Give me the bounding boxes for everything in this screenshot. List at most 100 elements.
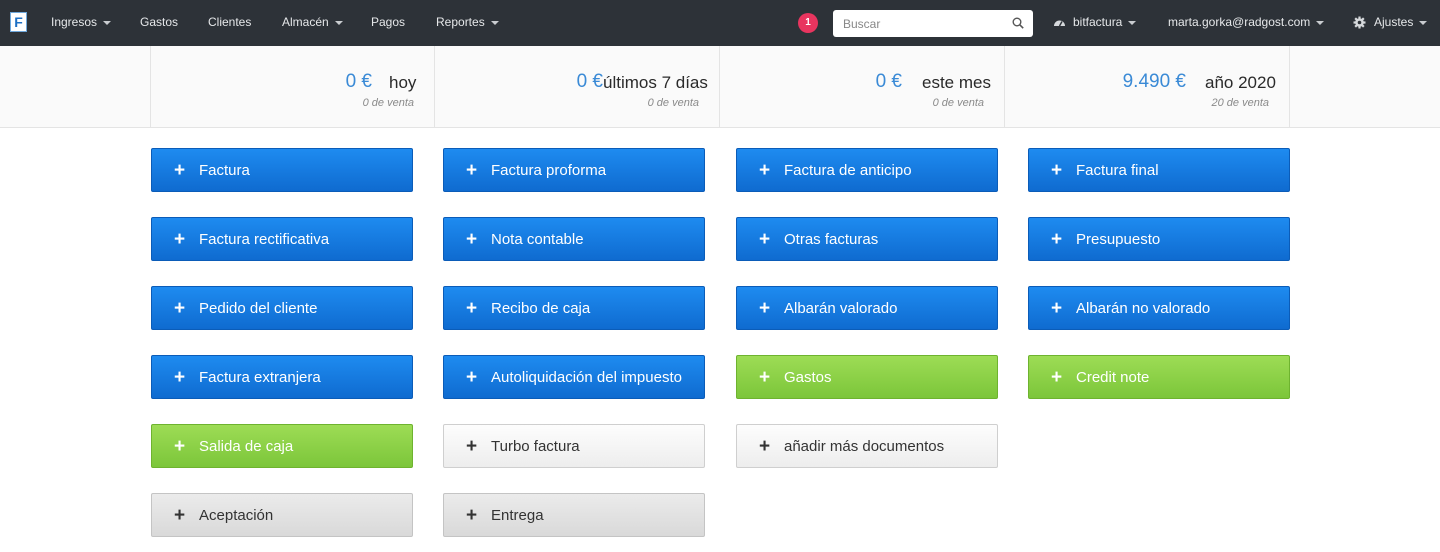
- plus-icon: +: [466, 505, 478, 526]
- plus-icon: +: [174, 505, 186, 526]
- new-factura-final-button[interactable]: + Factura final: [1028, 148, 1290, 192]
- stat-this-month[interactable]: 0 € este mes 0 de venta: [720, 46, 1005, 128]
- stat-subtext: 0 de venta: [932, 97, 984, 109]
- plus-icon: +: [466, 298, 478, 319]
- chevron-down-icon: [334, 20, 343, 25]
- nav-settings[interactable]: Ajustes: [1353, 0, 1428, 46]
- dashboard-icon: [1054, 20, 1065, 27]
- chevron-down-icon: [1419, 20, 1428, 25]
- button-label: Otras facturas: [784, 231, 879, 248]
- new-entrega-button[interactable]: + Entrega: [443, 493, 705, 537]
- button-label: Factura de anticipo: [784, 162, 912, 179]
- new-autoliquidacion-button[interactable]: + Autoliquidación del impuesto: [443, 355, 705, 399]
- search-icon[interactable]: [1012, 17, 1024, 29]
- new-aceptacion-button[interactable]: + Aceptación: [151, 493, 413, 537]
- button-label: Factura final: [1076, 162, 1159, 179]
- button-label: Factura extranjera: [199, 369, 321, 386]
- new-otras-facturas-button[interactable]: + Otras facturas: [736, 217, 998, 261]
- plus-icon: +: [1051, 367, 1063, 388]
- plus-icon: +: [759, 436, 771, 457]
- new-gastos-button[interactable]: + Gastos: [736, 355, 998, 399]
- new-albaran-no-valorado-button[interactable]: + Albarán no valorado: [1028, 286, 1290, 330]
- plus-icon: +: [466, 160, 478, 181]
- stat-period: este mes: [922, 73, 991, 92]
- plus-icon: +: [759, 160, 771, 181]
- stat-subtext: 0 de venta: [647, 97, 699, 109]
- button-label: Aceptación: [199, 507, 274, 524]
- plus-icon: +: [174, 367, 186, 388]
- new-salida-caja-button[interactable]: + Salida de caja: [151, 424, 413, 468]
- button-label: Credit note: [1076, 369, 1150, 386]
- button-label: Factura rectificativa: [199, 231, 330, 248]
- nav-reportes[interactable]: Reportes: [436, 0, 499, 46]
- new-presupuesto-button[interactable]: + Presupuesto: [1028, 217, 1290, 261]
- stat-period: hoy: [389, 73, 417, 92]
- nav-almacen-label: Almacén: [282, 15, 329, 29]
- button-label: Salida de caja: [199, 438, 294, 455]
- stat-year[interactable]: 9.490 € año 2020 20 de venta: [1005, 46, 1290, 128]
- new-credit-note-button[interactable]: + Credit note: [1028, 355, 1290, 399]
- new-albaran-valorado-button[interactable]: + Albarán valorado: [736, 286, 998, 330]
- button-label: Autoliquidación del impuesto: [491, 369, 682, 386]
- nav-ingresos[interactable]: Ingresos: [51, 0, 112, 46]
- plus-icon: +: [759, 298, 771, 319]
- nav-clientes-label: Clientes: [208, 15, 252, 29]
- account-label: bitfactura: [1073, 15, 1123, 29]
- chevron-down-icon: [1316, 20, 1325, 25]
- top-navbar: F Ingresos Gastos Clientes Almacén Pagos…: [0, 0, 1440, 46]
- plus-icon: +: [759, 229, 771, 250]
- stat-today[interactable]: 0 € hoy 0 de venta: [150, 46, 435, 128]
- stat-subtext: 20 de venta: [1211, 97, 1270, 109]
- new-turbo-factura-button[interactable]: + Turbo factura: [443, 424, 705, 468]
- stat-value: 9.490 €: [1122, 71, 1186, 92]
- sales-summary: 0 € hoy 0 de venta 0 € últimos 7 días 0 …: [0, 46, 1440, 128]
- stat-period: año 2020: [1205, 73, 1276, 92]
- nav-account[interactable]: bitfactura: [1053, 0, 1137, 46]
- new-pedido-cliente-button[interactable]: + Pedido del cliente: [151, 286, 413, 330]
- nav-gastos[interactable]: Gastos: [140, 0, 178, 46]
- new-factura-proforma-button[interactable]: + Factura proforma: [443, 148, 705, 192]
- plus-icon: +: [174, 229, 186, 250]
- plus-icon: +: [466, 229, 478, 250]
- button-label: Albarán valorado: [784, 300, 898, 317]
- plus-icon: +: [1051, 160, 1063, 181]
- plus-icon: +: [466, 436, 478, 457]
- add-more-documents-button[interactable]: + añadir más documentos: [736, 424, 998, 468]
- stat-last-7-days[interactable]: 0 € últimos 7 días 0 de venta: [435, 46, 720, 128]
- app-logo[interactable]: F: [10, 12, 27, 32]
- settings-label: Ajustes: [1374, 15, 1414, 29]
- search-input[interactable]: [833, 10, 1003, 37]
- button-label: Pedido del cliente: [199, 300, 318, 317]
- button-label: Turbo factura: [491, 438, 580, 455]
- nav-user[interactable]: marta.gorka@radgost.com: [1168, 0, 1325, 46]
- chevron-down-icon: [103, 20, 112, 25]
- gear-icon: [1353, 16, 1366, 29]
- new-factura-button[interactable]: + Factura: [151, 148, 413, 192]
- stat-value: 0 €: [576, 71, 603, 92]
- plus-icon: +: [174, 436, 186, 457]
- search-box: [833, 10, 1033, 37]
- chevron-down-icon: [490, 20, 499, 25]
- nav-pagos-label: Pagos: [371, 15, 406, 29]
- button-label: Presupuesto: [1076, 231, 1161, 248]
- new-factura-anticipo-button[interactable]: + Factura de anticipo: [736, 148, 998, 192]
- new-factura-extranjera-button[interactable]: + Factura extranjera: [151, 355, 413, 399]
- new-recibo-caja-button[interactable]: + Recibo de caja: [443, 286, 705, 330]
- notification-badge[interactable]: 1: [798, 13, 818, 33]
- nav-almacen[interactable]: Almacén: [282, 0, 343, 46]
- nav-gastos-label: Gastos: [140, 15, 179, 29]
- nav-reportes-label: Reportes: [436, 15, 485, 29]
- stat-value: 0 €: [875, 71, 902, 92]
- button-label: Factura: [199, 162, 250, 179]
- new-nota-contable-button[interactable]: + Nota contable: [443, 217, 705, 261]
- nav-ingresos-label: Ingresos: [51, 15, 98, 29]
- stat-value: 0 €: [345, 71, 372, 92]
- button-label: Nota contable: [491, 231, 584, 248]
- new-factura-rectificativa-button[interactable]: + Factura rectificativa: [151, 217, 413, 261]
- chevron-down-icon: [1128, 20, 1137, 25]
- button-label: Albarán no valorado: [1076, 300, 1211, 317]
- plus-icon: +: [466, 367, 478, 388]
- button-label: Factura proforma: [491, 162, 607, 179]
- nav-clientes[interactable]: Clientes: [208, 0, 251, 46]
- nav-pagos[interactable]: Pagos: [371, 0, 405, 46]
